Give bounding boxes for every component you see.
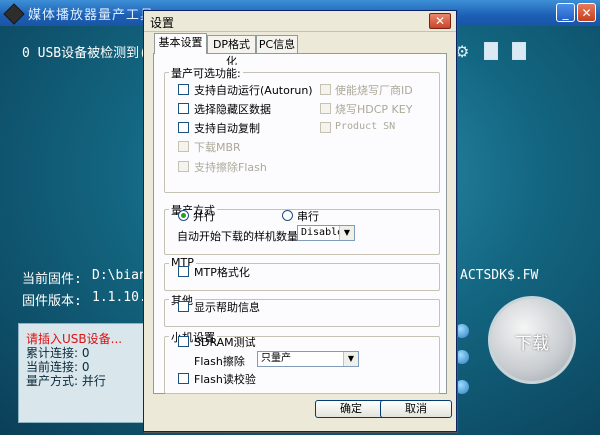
auto-copy-label: 支持自动复制: [194, 122, 260, 135]
auto-download-count-select[interactable]: Disable ▼: [297, 225, 355, 241]
hdcp-key-checkbox: [320, 103, 331, 114]
vendor-id-label: 使能烧写厂商ID: [335, 84, 413, 97]
main-close-button[interactable]: ✕: [577, 3, 596, 22]
download-mbr-label: 下载MBR: [194, 141, 241, 154]
tab-dp-format[interactable]: DP格式化: [207, 35, 256, 68]
firmware-label: 当前固件:: [22, 272, 82, 287]
parallel-label: 并行: [193, 210, 215, 223]
flash-erase-label: Flash擦除: [194, 355, 245, 368]
download-mbr-checkbox: [178, 141, 189, 152]
dialog-close-button[interactable]: ✕: [429, 13, 451, 29]
product-sn-checkbox: [320, 122, 331, 133]
download-button[interactable]: 下载: [488, 296, 576, 384]
flash-read-check-label: Flash读校验: [194, 373, 256, 386]
hidden-area-checkbox[interactable]: [178, 103, 189, 114]
erase-flash-label: 支持擦除Flash: [194, 161, 267, 174]
document-icon[interactable]: [484, 42, 498, 60]
show-help-checkbox[interactable]: [178, 301, 189, 312]
tab-pc-info[interactable]: PC信息: [256, 35, 298, 53]
side-button-2[interactable]: [455, 350, 469, 364]
firmware-file-suffix: ACTSDK$.FW: [460, 268, 539, 283]
side-button-3[interactable]: [455, 380, 469, 394]
serial-label: 串行: [297, 210, 319, 223]
hdcp-key-label: 烧写HDCP KEY: [335, 103, 413, 116]
hidden-area-label: 选择隐藏区数据: [194, 103, 271, 116]
sdram-test-checkbox[interactable]: [178, 336, 189, 347]
auto-download-count-value: Disable: [301, 227, 344, 238]
serial-radio[interactable]: [282, 210, 293, 221]
dialog-title: 设置: [150, 16, 175, 30]
settings-dialog: 设置 ✕ 基本设置 DP格式化 PC信息 量产可选功能: 支持自动运行(Auto…: [143, 10, 457, 432]
firmware-version-label: 固件版本:: [22, 294, 82, 309]
chevron-down-icon: ▼: [343, 352, 358, 366]
minimize-button[interactable]: _: [556, 3, 575, 22]
vendor-id-checkbox: [320, 84, 331, 95]
download-button-label: 下载: [515, 334, 549, 354]
parallel-radio[interactable]: [178, 210, 189, 221]
main-window-title: 媒体播放器量产工具: [28, 8, 155, 23]
ok-button[interactable]: 确定: [315, 400, 387, 418]
erase-flash-checkbox: [178, 161, 189, 172]
sdram-test-label: SDRAM测试: [194, 336, 256, 349]
product-sn-label: Product SN: [335, 121, 396, 132]
usb-detected-status: 0 USB设备被检测到(: [22, 46, 147, 61]
firmware-path: D:\bian: [92, 268, 147, 283]
auto-download-count-label: 自动开始下载的样机数量: [177, 230, 298, 243]
mtp-format-label: MTP格式化: [194, 266, 250, 279]
side-button-1[interactable]: [455, 324, 469, 338]
chevron-down-icon: ▼: [339, 226, 354, 240]
production-mode-status: 量产方式: 并行: [26, 374, 106, 388]
document-icon-2[interactable]: [512, 42, 526, 60]
gear-icon[interactable]: ⚙: [455, 42, 469, 61]
app-logo-icon: [3, 3, 25, 25]
cancel-button[interactable]: 取消: [380, 400, 452, 418]
flash-erase-value: 只量产: [261, 353, 291, 364]
auto-copy-checkbox[interactable]: [178, 122, 189, 133]
optional-features-title: 量产可选功能:: [169, 65, 243, 81]
autorun-checkbox[interactable]: [178, 84, 189, 95]
flash-read-check-checkbox[interactable]: [178, 373, 189, 384]
dialog-titlebar: 设置 ✕: [144, 11, 456, 32]
tab-basic-settings[interactable]: 基本设置: [154, 33, 207, 54]
mtp-format-checkbox[interactable]: [178, 266, 189, 277]
autorun-label: 支持自动运行(Autorun): [194, 84, 313, 97]
flash-erase-select[interactable]: 只量产 ▼: [257, 351, 359, 367]
show-help-label: 显示帮助信息: [194, 301, 260, 314]
